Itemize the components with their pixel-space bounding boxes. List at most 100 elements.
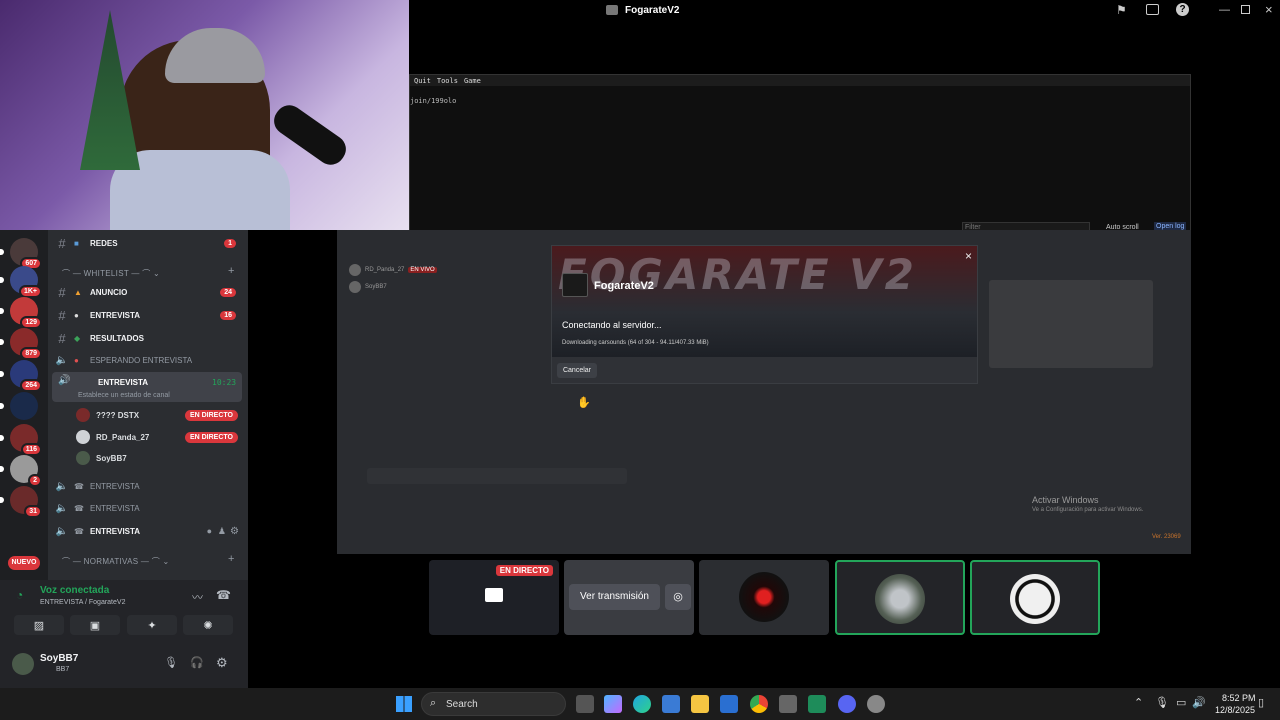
voice-user[interactable]: RD_Panda_27 EN DIRECTO (76, 428, 242, 446)
participant-tile-speaking[interactable] (835, 560, 965, 635)
activities-button[interactable]: ✦ (127, 615, 177, 635)
phone-icon: ☎ (74, 503, 84, 513)
chat-icon[interactable]: ● (207, 526, 212, 536)
mini-avatar (349, 281, 361, 293)
channel-anuncio[interactable]: # ▲ ANUNCIO 24 (54, 282, 242, 302)
participant-tile-speaking[interactable] (970, 560, 1100, 635)
clock-date[interactable]: 12/8/2025 (1215, 705, 1255, 715)
user-name[interactable]: SoyBB7 (40, 653, 78, 664)
server-logo (562, 273, 588, 297)
voice-location[interactable]: ENTREVISTA / FogarateV2 (40, 599, 125, 606)
menu-quit[interactable]: Quit (414, 77, 431, 85)
mic-tray-icon[interactable]: 🎙 (1155, 696, 1169, 709)
voice-channel-esperando[interactable]: 🔈 ● ESPERANDO ENTREVISTA (54, 350, 242, 370)
category-label: WHITELIST (83, 269, 129, 278)
user-name: RD_Panda_27 (96, 432, 150, 442)
server-icon[interactable]: 264 (0, 360, 42, 392)
voice-channel-entrevista-4[interactable]: 🔈 ☎ ENTREVISTA ● ♟ ⚙ (54, 521, 242, 541)
menu-tools[interactable]: Tools (437, 77, 458, 85)
maximize-button[interactable] (1241, 5, 1250, 14)
signal-icon: ◔ (16, 588, 24, 602)
preview-icon[interactable]: ◎ (665, 584, 691, 610)
server-icon[interactable]: 2 (0, 455, 42, 487)
channel-emoji-icon: ▲ (74, 287, 82, 297)
avatar (875, 574, 925, 624)
invite-icon[interactable]: ♟ (218, 526, 226, 537)
channel-status-hint[interactable]: Establece un estado de canal (78, 392, 170, 399)
taskbar-search[interactable]: ⌕ Search (421, 692, 566, 716)
mention-badge: 879 (20, 347, 42, 360)
store-icon[interactable] (662, 695, 680, 713)
headphones-icon[interactable]: 🎧 (190, 656, 204, 669)
close-window-button[interactable]: × (1265, 2, 1273, 17)
excel-icon[interactable] (808, 695, 826, 713)
add-channel-icon[interactable]: + (228, 553, 234, 565)
channel-entrevista[interactable]: # ● ENTREVISTA 16 (54, 305, 242, 325)
disconnect-icon[interactable]: ☎ (216, 588, 231, 602)
stream-tile-live[interactable]: EN DIRECTO (429, 560, 559, 635)
server-icon[interactable]: 607 (0, 238, 42, 270)
voice-panel: ◔ Voz conectada ENTREVISTA / FogarateV2 … (0, 580, 248, 688)
start-icon[interactable] (396, 696, 412, 712)
category-whitelist[interactable]: ⌒ — WHITELIST — ⌒ ⌄ (62, 268, 160, 279)
flag-icon[interactable]: ⚑ (1116, 3, 1127, 17)
notification-icon[interactable]: ▯ (1258, 696, 1264, 709)
channel-emoji-icon: ● (74, 310, 79, 320)
camera-off-button[interactable]: ▨ (14, 615, 64, 635)
window-titlebar: FogarateV2 ⚑ ? — × (409, 0, 1280, 22)
channel-name: ENTREVISTA (90, 310, 141, 320)
channel-redes[interactable]: # ■ REDES 1 (54, 233, 242, 253)
server-icon[interactable]: 879 (0, 328, 42, 360)
server-icon[interactable]: 129 (0, 297, 42, 329)
avatar[interactable] (12, 653, 34, 675)
mini-user-2: SoyBB7 (365, 284, 387, 290)
clock-time[interactable]: 8:52 PM (1222, 693, 1256, 703)
gear-icon[interactable]: ⚙ (230, 526, 239, 537)
cancel-button[interactable]: Cancelar (557, 363, 597, 378)
speaker-icon: 🔈 (55, 502, 69, 514)
chrome-icon[interactable] (750, 695, 768, 713)
soundboard-button[interactable]: ✺ (183, 615, 233, 635)
new-servers-badge[interactable]: NUEVO (8, 556, 40, 570)
voice-user[interactable]: SoyBB7 (76, 449, 242, 467)
volume-icon[interactable]: 🔊 (1192, 696, 1206, 709)
voice-status[interactable]: Voz conectada (40, 585, 109, 596)
minimize-button[interactable]: — (1219, 4, 1230, 16)
tray-chevron-icon[interactable]: ⌃ (1134, 696, 1143, 709)
microphone-icon[interactable]: 🎙 (164, 656, 178, 669)
category-normativas[interactable]: ⌒ — NORMATIVAS — ⌒ ⌄ (62, 556, 170, 567)
add-channel-icon[interactable]: + (228, 265, 234, 277)
task-view-icon[interactable] (576, 695, 594, 713)
voice-channel-entrevista-2[interactable]: 🔈 ☎ ENTREVISTA (54, 476, 242, 496)
search-icon: ⌕ (430, 697, 437, 709)
screen-icon[interactable] (1146, 4, 1159, 15)
channel-name: ESPERANDO ENTREVISTA (90, 355, 193, 365)
voice-user[interactable]: ???? DSTX EN DIRECTO (76, 406, 242, 424)
voice-channel-active[interactable]: 🔊 ENTREVISTA 10:23 Establece un estado d… (52, 372, 242, 402)
gear-icon[interactable]: ⚙ (216, 655, 228, 671)
participant-tile[interactable] (699, 560, 829, 635)
server-icon[interactable]: 31 (0, 486, 42, 518)
noise-suppression-icon[interactable]: 〰 (192, 589, 203, 605)
watch-stream-button[interactable]: Ver transmisión (569, 584, 660, 610)
voice-channel-entrevista-3[interactable]: 🔈 ☎ ENTREVISTA (54, 498, 242, 518)
copilot-icon[interactable] (604, 695, 622, 713)
discord-icon[interactable] (838, 695, 856, 713)
edge-icon[interactable] (633, 695, 651, 713)
dialog-close-button[interactable]: × (965, 249, 972, 263)
mail-icon[interactable] (720, 695, 738, 713)
help-icon[interactable]: ? (1176, 3, 1189, 16)
network-icon[interactable]: ▭ (1176, 696, 1186, 709)
app-icon[interactable] (779, 695, 797, 713)
stream-tile-watch[interactable]: Ver transmisión ◎ (564, 560, 694, 635)
menu-game[interactable]: Game (464, 77, 481, 85)
server-icon[interactable]: 116 (0, 424, 42, 456)
server-icon[interactable]: 1K+ (0, 266, 42, 298)
screen-share-button[interactable]: ▣ (70, 615, 120, 635)
mini-user-list: RD_Panda_27 EN VIVO SoyBB7 (349, 262, 529, 302)
steam-icon[interactable] (867, 695, 885, 713)
server-icon[interactable] (0, 392, 38, 420)
user-panel: SoyBB7 BB7 🎙 🎧 ⚙ (0, 648, 248, 688)
file-explorer-icon[interactable] (691, 695, 709, 713)
channel-resultados[interactable]: # ◆ RESULTADOS (54, 328, 242, 348)
